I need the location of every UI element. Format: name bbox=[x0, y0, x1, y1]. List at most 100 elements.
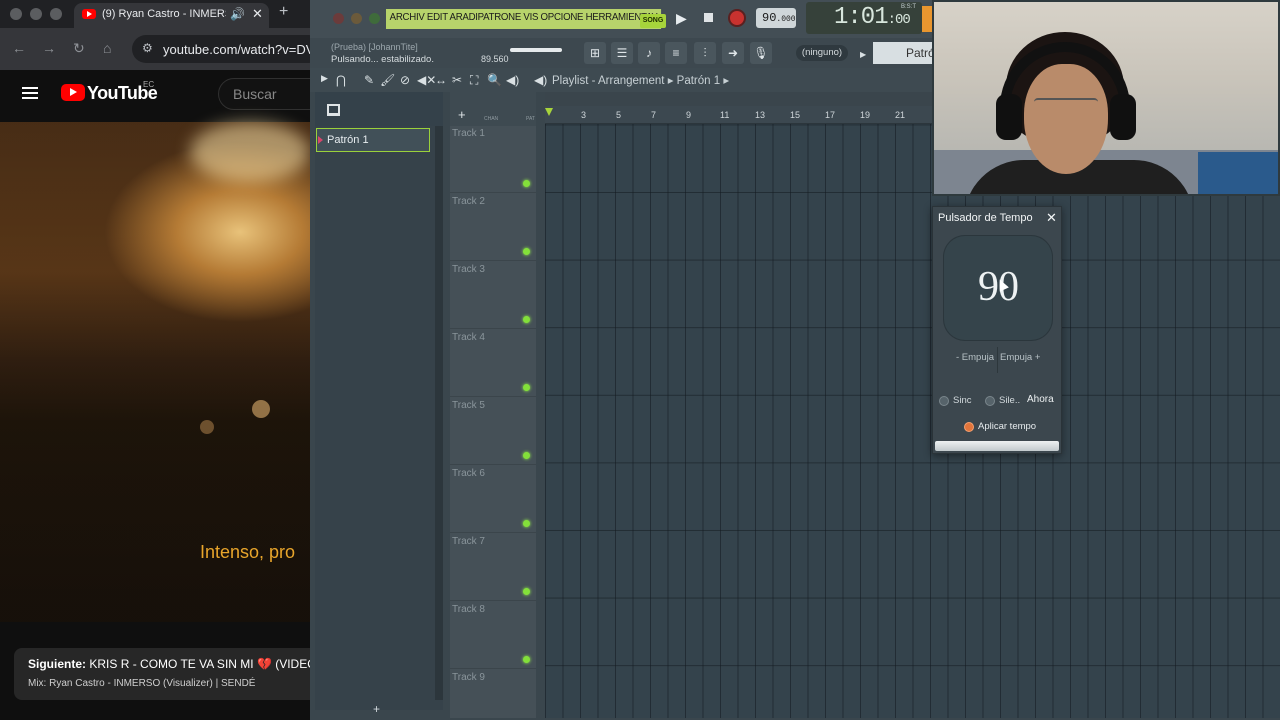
delete-icon[interactable]: ⊘ bbox=[400, 73, 410, 87]
track-header[interactable]: Track 5 bbox=[450, 398, 536, 465]
youtube-search-input[interactable]: Buscar bbox=[218, 78, 310, 110]
minimize-window-dot[interactable] bbox=[30, 8, 42, 20]
track-enable-led[interactable] bbox=[523, 384, 530, 391]
speaker-icon[interactable]: ◀) bbox=[534, 73, 547, 87]
pattern-selector[interactable]: (ninguno) bbox=[796, 45, 848, 61]
playhead-marker[interactable] bbox=[545, 108, 553, 116]
microphone-icon[interactable]: 🎙 bbox=[750, 42, 772, 64]
track-enable-led[interactable] bbox=[523, 588, 530, 595]
track-header[interactable]: Track 3 bbox=[450, 262, 536, 329]
dialog-title: Pulsador de Tempo bbox=[938, 212, 1033, 224]
add-pattern-icon[interactable]: + bbox=[373, 702, 380, 716]
track-enable-led[interactable] bbox=[523, 248, 530, 255]
grid-rows bbox=[545, 106, 1280, 718]
track-header[interactable]: Track 6 bbox=[450, 466, 536, 533]
ruler-tick: 15 bbox=[790, 110, 801, 120]
select-icon[interactable]: ⛶ bbox=[470, 73, 478, 88]
sync-radio[interactable] bbox=[939, 396, 949, 406]
slip-icon[interactable]: ↔ bbox=[435, 73, 447, 87]
tempo-dec: .000 bbox=[776, 15, 796, 24]
playback-icon[interactable]: ◀) bbox=[506, 73, 519, 87]
back-icon[interactable]: ← bbox=[12, 40, 26, 56]
track-enable-led[interactable] bbox=[523, 452, 530, 459]
track-enable-led[interactable] bbox=[523, 656, 530, 663]
close-tab-icon[interactable]: ✕ bbox=[252, 6, 263, 22]
pattern-item[interactable]: Patrón 1 bbox=[316, 128, 430, 152]
headphone-cup bbox=[996, 94, 1022, 140]
screen: (9) Ryan Castro - INMERSO 🔊 ✕ + ← → ↻ ⌂ … bbox=[0, 0, 1280, 720]
cpu-meter bbox=[922, 6, 932, 32]
youtube-favicon-icon bbox=[82, 9, 96, 19]
playlist-grid[interactable] bbox=[545, 106, 1280, 718]
nudge-plus-button[interactable]: Empuja + bbox=[1000, 352, 1040, 363]
ruler-tick: 11 bbox=[720, 110, 730, 120]
pattern-arrow-icon[interactable]: ▶ bbox=[860, 50, 866, 59]
glasses bbox=[1034, 98, 1098, 114]
track-header[interactable]: Track 8 bbox=[450, 602, 536, 669]
fl-minimize-dot[interactable] bbox=[351, 13, 362, 24]
ruler-tick: 13 bbox=[755, 110, 766, 120]
new-tab-icon[interactable]: + bbox=[279, 3, 288, 21]
stop-icon[interactable] bbox=[704, 13, 713, 22]
track-enable-led[interactable] bbox=[523, 520, 530, 527]
forward-icon[interactable]: → bbox=[42, 40, 56, 56]
play-icon[interactable]: ▶ bbox=[676, 10, 687, 27]
menu-icon[interactable] bbox=[22, 87, 38, 99]
search-placeholder: Buscar bbox=[233, 86, 277, 102]
tempo-display[interactable]: 90.000 bbox=[756, 8, 796, 28]
slice-icon[interactable]: ✂ bbox=[452, 73, 462, 87]
apply-tempo-radio[interactable] bbox=[964, 422, 974, 432]
master-volume-slider[interactable] bbox=[510, 48, 562, 52]
nudge-minus-button[interactable]: - Empuja bbox=[956, 352, 994, 363]
silent-radio[interactable] bbox=[985, 396, 995, 406]
track-header[interactable]: Track 9 bbox=[450, 670, 536, 720]
options-arrow-icon[interactable]: ▶ bbox=[321, 73, 328, 84]
magnet-icon[interactable]: ⋂ bbox=[336, 73, 346, 87]
track-enable-led[interactable] bbox=[523, 316, 530, 323]
zoom-icon[interactable]: 🔍 bbox=[487, 73, 502, 87]
piano-roll-icon[interactable]: ♪ bbox=[638, 42, 660, 64]
browser-icon[interactable]: ≡ bbox=[665, 42, 687, 64]
browser-tab-youtube[interactable]: (9) Ryan Castro - INMERSO 🔊 ✕ bbox=[74, 3, 269, 28]
home-icon[interactable]: ⌂ bbox=[103, 40, 111, 56]
add-track-icon[interactable]: + bbox=[458, 107, 466, 122]
now-button[interactable]: Ahora bbox=[1027, 394, 1054, 405]
playlist-window-icon[interactable]: ⊞ bbox=[584, 42, 606, 64]
url-field[interactable]: ⚙ youtube.com/watch?v=DV bbox=[132, 35, 310, 63]
mute-icon[interactable]: ◀✕ bbox=[417, 73, 436, 87]
zoom-window-dot[interactable] bbox=[50, 8, 62, 20]
main-menu[interactable]: ARCHIV EDIT ARADIPATRONE VIS OPCIONE HER… bbox=[386, 9, 662, 29]
youtube-header: YouTube EC Buscar bbox=[0, 70, 310, 122]
speaker-icon[interactable]: 🔊 bbox=[230, 7, 245, 21]
track-enable-led[interactable] bbox=[523, 180, 530, 187]
fl-close-dot[interactable] bbox=[333, 13, 344, 24]
track-name: Track 9 bbox=[452, 672, 485, 683]
video-sun-glow bbox=[190, 122, 310, 182]
fl-zoom-dot[interactable] bbox=[369, 13, 380, 24]
track-name: Track 5 bbox=[452, 400, 485, 411]
track-header[interactable]: Track 4 bbox=[450, 330, 536, 397]
paint-icon[interactable]: 🖌 bbox=[380, 73, 395, 87]
track-header[interactable]: Track 2 bbox=[450, 194, 536, 261]
track-header[interactable]: Track 1 bbox=[450, 126, 536, 193]
region-code: EC bbox=[143, 80, 155, 89]
playlist-pattern: Patrón 1 bbox=[676, 75, 721, 87]
channel-rack-icon[interactable]: ☰ bbox=[611, 42, 633, 64]
song-mode-toggle[interactable]: SONG bbox=[640, 14, 666, 28]
track-name: Track 2 bbox=[452, 196, 485, 207]
tap-pad[interactable]: 90 bbox=[943, 235, 1053, 341]
time-sub: :00 bbox=[887, 12, 911, 28]
record-icon[interactable] bbox=[728, 9, 746, 27]
pencil-icon[interactable]: ✎ bbox=[364, 73, 374, 87]
pattern-scrollbar[interactable] bbox=[435, 126, 443, 700]
arrow-icon[interactable]: ➜ bbox=[722, 42, 744, 64]
track-header[interactable]: Track 7 bbox=[450, 534, 536, 601]
mixer-icon[interactable]: ⫶ bbox=[694, 42, 716, 64]
close-window-dot[interactable] bbox=[10, 8, 22, 20]
close-icon[interactable]: ✕ bbox=[1046, 210, 1057, 226]
reload-icon[interactable]: ↻ bbox=[73, 40, 85, 57]
up-next-card[interactable]: Siguiente: KRIS R - COMO TE VA SIN MI 💔 … bbox=[14, 648, 310, 700]
piano-icon[interactable] bbox=[327, 104, 340, 116]
site-info-icon[interactable]: ⚙ bbox=[142, 41, 153, 55]
youtube-logo-icon[interactable] bbox=[61, 84, 85, 101]
